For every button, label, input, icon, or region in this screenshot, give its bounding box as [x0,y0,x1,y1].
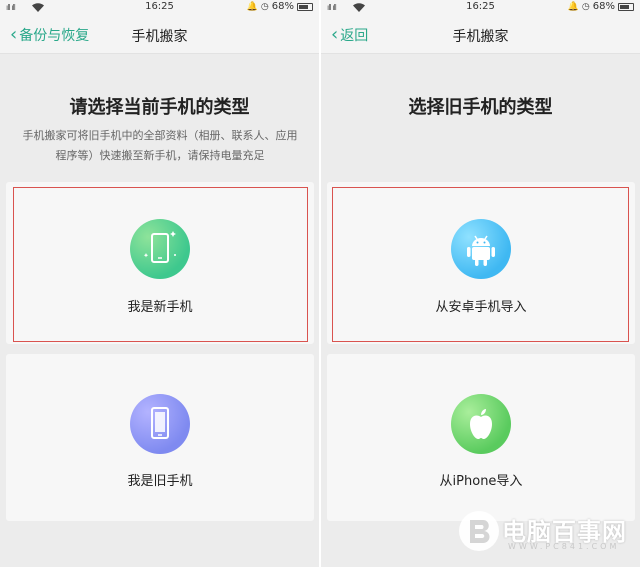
mute-icon: 🔔 [246,1,258,12]
new-phone-label: 我是新手机 [127,300,193,315]
left-screen: ıll ıll 16:25 🔔 ◷ 68% ‹ 备份与恢复 手机搬家 请选择当前… [0,0,319,567]
alarm-icon: ◷ [581,1,590,12]
android-import-option[interactable]: 从安卓手机导入 [327,182,635,344]
status-bar: ıll ıll 16:25 🔔 ◷ 68% [321,0,640,16]
old-phone-option[interactable]: 我是旧手机 [6,354,314,521]
android-icon [451,219,511,279]
android-import-label: 从安卓手机导入 [435,300,527,315]
nav-bar: ‹ 返回 手机搬家 [321,16,640,54]
chevron-left-icon: ‹ [10,24,18,45]
status-bar: ıll ıll 16:25 🔔 ◷ 68% [0,0,319,16]
battery-icon [297,2,313,11]
chevron-left-icon: ‹ [331,24,339,45]
battery-icon [618,2,634,11]
heading: 请选择当前手机的类型 [69,97,250,118]
mute-icon: 🔔 [567,1,579,12]
watermark-url: WWW.PC841.COM [508,542,620,551]
right-screen: ıll ıll 16:25 🔔 ◷ 68% ‹ 返回 手机搬家 选择旧手机的类型 [321,0,640,567]
page-title: 手机搬家 [452,29,509,45]
alarm-icon: ◷ [260,1,269,12]
iphone-import-option[interactable]: 从iPhone导入 [327,354,635,521]
battery-percent: 68% [271,1,294,12]
new-phone-icon [130,219,190,279]
old-phone-label: 我是旧手机 [127,474,193,489]
apple-icon [451,394,511,454]
heading: 选择旧手机的类型 [408,97,553,118]
watermark: 电脑百事网 WWW.PC841.COM [456,508,636,558]
back-button[interactable]: ‹ 返回 [331,25,368,45]
new-phone-option[interactable]: 我是新手机 [6,182,314,344]
old-phone-icon [130,394,190,454]
back-label: 备份与恢复 [19,28,90,44]
battery-percent: 68% [592,1,615,12]
nav-bar: ‹ 备份与恢复 手机搬家 [0,16,319,54]
back-label: 返回 [340,28,369,44]
description: 手机搬家可将旧手机中的全部资料（相册、联系人、应用程序等）快速搬至新手机，请保持… [22,129,298,162]
back-button[interactable]: ‹ 备份与恢复 [10,25,89,45]
pc841-logo-icon [459,511,499,551]
iphone-import-label: 从iPhone导入 [439,474,523,489]
